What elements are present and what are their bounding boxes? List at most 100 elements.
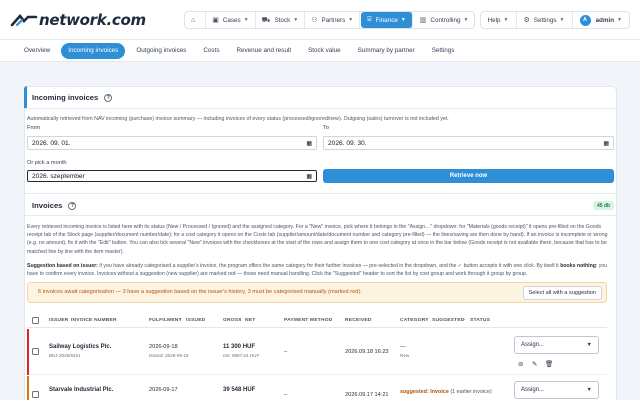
red-flag [27,329,29,375]
nav-label: Partners [321,16,346,24]
th-fulfilment[interactable]: FULFILMENT [149,318,182,323]
th-separator: · [426,318,428,323]
invoice-number: BEJ-2025/8451 [49,353,81,358]
gross-amount: 39 548 HUF [223,387,256,393]
help-icon[interactable]: ? [104,93,113,102]
assign-select-value: Assign... [521,387,545,393]
nav-label: Controlling [430,16,461,24]
section-title-text: Invoices [32,201,63,210]
finance-tabs: Overview Incoming invoices Outgoing invo… [0,40,640,62]
to-date-value: 2026. 09. 30. [328,139,367,147]
nav-controlling[interactable]: ▥ Controlling ▼ [414,12,475,28]
table-row[interactable]: Sailway Logistics Plc. BEJ-2025/8451 202… [27,329,607,375]
tab-outgoing-invoices[interactable]: Outgoing invoices [130,43,192,59]
tab-revenue-and-result[interactable]: Revenue and result [230,43,297,59]
edit-icon[interactable]: ✎ [532,360,537,368]
th-status[interactable]: STATUS [470,318,490,323]
nav-settings[interactable]: ⚙ Settings ▼ [517,12,573,28]
tab-stock-value[interactable]: Stock value [302,43,347,59]
th-invoice-number[interactable]: INVOICE NUMBER [71,318,117,323]
chevron-down-icon: ▼ [348,17,354,23]
logo[interactable]: network.com [10,10,146,30]
amber-flag [27,376,29,400]
suggested-category: suggested: Invoice (1 earlier invoice) [400,389,492,395]
chevron-down-icon: ▼ [559,17,565,23]
nav-partners[interactable]: ⚇ Partners ▼ [305,12,361,28]
th-issued[interactable]: ISSUED [186,318,205,323]
nav-help[interactable]: Help ▼ [481,12,517,28]
ignore-icon[interactable]: ⊘ [518,360,523,368]
nav-home[interactable]: ⌂ [185,12,207,28]
invoices-table-header: ISSUER · INVOICE NUMBER FULFILMENT · ISS… [27,314,607,328]
category: — [400,344,406,350]
issuer: Starvale Industrial Plc. [49,387,114,393]
fulfilment-date: 2026-09-17 [149,387,178,393]
help-icon[interactable]: ? [68,201,77,210]
th-category[interactable]: CATEGORY [400,318,429,323]
nav-finance[interactable]: ⌸ Finance ▼ [361,12,413,28]
assign-select[interactable]: Assign... ▼ [514,381,599,399]
select-all-checkbox[interactable] [32,317,39,324]
divider [25,215,616,216]
assign-select-value: Assign... [521,342,545,348]
chevron-down-icon: ▼ [503,17,509,23]
th-separator: · [65,318,67,323]
tab-summary-by-partner[interactable]: Summary by partner [352,43,421,59]
calendar-icon[interactable]: ▦ [306,173,312,180]
tab-incoming-invoices[interactable]: Incoming invoices [61,42,126,59]
payment-method: – [284,349,288,355]
home-icon: ⌂ [191,16,196,24]
assign-select[interactable]: Assign... ▼ [514,336,599,354]
fulfilment-date: 2026-09-18 [149,344,178,350]
divider [25,193,616,194]
row-checkbox[interactable] [32,391,39,398]
th-received[interactable]: RECEIVED [345,318,372,323]
issuer: Sailway Logistics Plc. [49,344,112,350]
user-nav: Help ▼ ⚙ Settings ▼ A admin ▼ [479,11,630,29]
nav-cases[interactable]: ▣ Cases ▼ [206,12,256,28]
row-checkbox[interactable] [32,348,39,355]
tab-costs[interactable]: Costs [197,43,225,59]
calendar-icon[interactable]: ▦ [306,140,312,147]
table-row[interactable]: Starvale Industrial Plc. 2026-09-17 39 5… [27,376,607,400]
chevron-down-icon: ▼ [586,387,592,393]
from-date-value: 2026. 09. 01. [32,139,71,147]
issued-date: Issued: 2026-09-18 [149,353,189,358]
calendar-icon[interactable]: ▦ [603,140,609,147]
cart-icon: ⛟ [261,16,271,24]
suggestion-text: if you have already categorised a suppli… [97,263,561,269]
month-value: 2026. szeptember [32,172,85,180]
month-picker[interactable]: 2026. szeptember ▦ [27,170,317,182]
main-nav: ⌂ ▣ Cases ▼ ⛟ Stock ▼ ⚇ Partners ▼ ⌸ Fin… [184,11,476,29]
th-payment-method[interactable]: PAYMENT METHOD [284,318,332,323]
user-menu[interactable]: A admin ▼ [573,12,630,28]
tab-overview[interactable]: Overview [18,43,56,59]
th-net[interactable]: NET [245,318,255,323]
retrieve-now-button[interactable]: Retrieve now [323,169,614,183]
th-separator: · [180,318,182,323]
nav-stock[interactable]: ⛟ Stock ▼ [256,12,306,28]
chart-icon: ▥ [419,17,427,24]
warning-text: 6 invoices await categorisation — 3 have… [38,289,362,295]
count-badge: 45 db [593,201,615,210]
users-icon: ⚇ [311,17,318,24]
bank-icon: ⌸ [367,16,372,23]
logo-mark-icon [10,12,38,28]
trash-icon[interactable]: 🗑 [545,360,553,368]
suggested-note: (1 earlier invoice) [450,389,492,395]
th-suggested[interactable]: SUGGESTED [432,318,465,323]
suggestion-lead: Suggestion based on issuer: [27,263,98,269]
from-date-input[interactable]: 2026. 09. 01. ▦ [27,136,317,150]
to-date-input[interactable]: 2026. 09. 30. ▦ [323,136,614,150]
nav-label: Settings [533,16,557,24]
gear-icon: ⚙ [523,17,530,24]
received-date: 2026.09.17 14:21 [345,392,389,398]
categorisation-warning: 6 invoices await categorisation — 3 have… [27,282,607,303]
select-all-suggested-button[interactable]: Select all with a suggestion [522,286,602,300]
invoices-help-paragraph: Every retrieved incoming invoice is list… [27,224,608,255]
briefcase-icon: ▣ [212,17,219,24]
th-separator: · [464,318,466,323]
divider [25,108,616,109]
tab-settings[interactable]: Settings [426,43,461,59]
invoices-title: Invoices ? [32,201,77,210]
